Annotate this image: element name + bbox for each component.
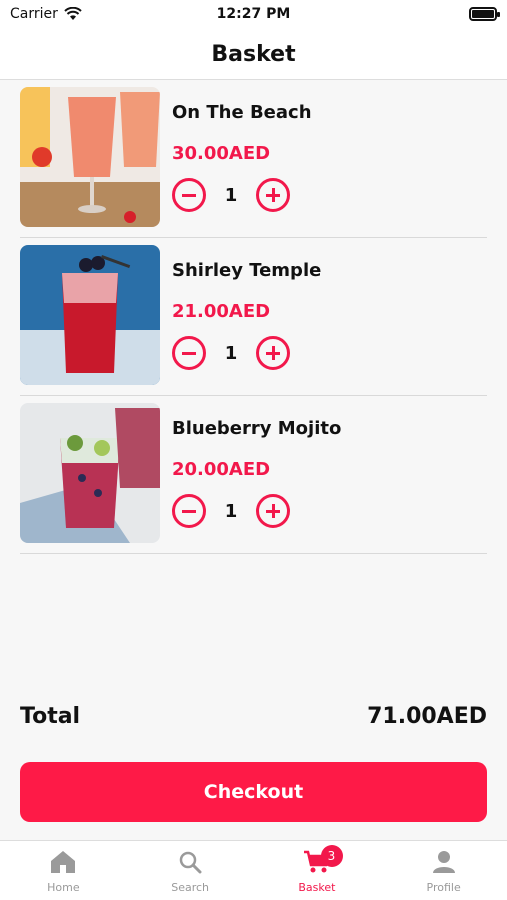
- tab-label: Profile: [426, 881, 461, 894]
- item-quantity: 1: [224, 184, 238, 206]
- tab-home[interactable]: Home: [0, 841, 127, 900]
- item-image: [20, 403, 160, 543]
- checkout-button[interactable]: Checkout: [20, 762, 487, 822]
- total-value: 71.00AED: [367, 704, 487, 729]
- tab-label: Home: [47, 881, 80, 894]
- increase-quantity-button[interactable]: [256, 178, 290, 212]
- quantity-stepper: 1: [172, 178, 290, 212]
- quantity-stepper: 1: [172, 494, 290, 528]
- decrease-quantity-button[interactable]: [172, 336, 206, 370]
- page-title: Basket: [211, 42, 296, 67]
- tab-basket[interactable]: 3 Basket: [254, 841, 381, 900]
- increase-quantity-button[interactable]: [256, 494, 290, 528]
- total-row: Total 71.00AED: [20, 704, 487, 729]
- battery-icon: [469, 7, 500, 21]
- nav-bar: Basket: [0, 30, 507, 80]
- decrease-quantity-button[interactable]: [172, 178, 206, 212]
- item-price: 21.00AED: [172, 301, 271, 322]
- quantity-stepper: 1: [172, 336, 290, 370]
- cart-count-badge: 3: [320, 845, 343, 867]
- profile-icon: [432, 851, 455, 873]
- item-quantity: 1: [224, 500, 238, 522]
- search-icon: [179, 851, 202, 874]
- item-quantity: 1: [224, 342, 238, 364]
- tab-label: Basket: [298, 881, 336, 894]
- item-name: On The Beach: [172, 102, 312, 123]
- home-icon: [51, 851, 76, 873]
- tab-search[interactable]: Search: [127, 841, 254, 900]
- item-image: [20, 245, 160, 385]
- tab-label: Search: [171, 881, 210, 894]
- item-price: 20.00AED: [172, 459, 271, 480]
- basket-list: On The Beach 30.00AED 1 Shirley Temple 2…: [20, 80, 487, 554]
- total-label: Total: [20, 704, 81, 729]
- status-bar: Carrier 12:27 PM: [0, 0, 507, 30]
- basket-item: Blueberry Mojito 20.00AED 1: [20, 396, 487, 554]
- increase-quantity-button[interactable]: [256, 336, 290, 370]
- basket-item: On The Beach 30.00AED 1: [20, 80, 487, 238]
- status-time: 12:27 PM: [216, 6, 291, 22]
- tab-profile[interactable]: Profile: [380, 841, 507, 900]
- tab-bar: Home Search 3 Basket Profile: [0, 840, 507, 900]
- item-price: 30.00AED: [172, 143, 271, 164]
- basket-item: Shirley Temple 21.00AED 1: [20, 238, 487, 396]
- item-name: Shirley Temple: [172, 260, 322, 281]
- decrease-quantity-button[interactable]: [172, 494, 206, 528]
- item-image: [20, 87, 160, 227]
- item-name: Blueberry Mojito: [172, 418, 342, 439]
